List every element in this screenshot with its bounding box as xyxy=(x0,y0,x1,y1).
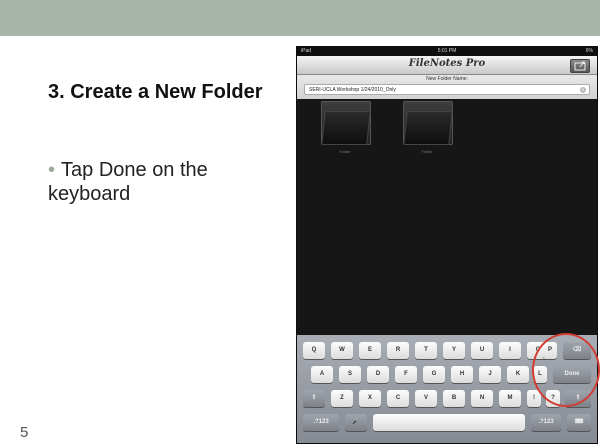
status-time: 5:01 PM xyxy=(437,48,457,54)
key-v[interactable]: V xyxy=(415,390,437,407)
folder-grid: Folder Folder xyxy=(297,99,597,335)
done-highlight-circle xyxy=(532,333,600,407)
key-u[interactable]: U xyxy=(471,342,493,359)
slide-title: 3. Create a New Folder xyxy=(48,81,263,103)
export-button[interactable] xyxy=(570,59,590,73)
new-folder-bar: New Folder Name: SERI-UCLA Workshop 1/24… xyxy=(297,75,597,100)
numbers-key-right[interactable]: .?123 xyxy=(531,414,561,431)
key-m[interactable]: M xyxy=(499,390,521,407)
key-n[interactable]: N xyxy=(471,390,493,407)
slide-number: 5 xyxy=(20,424,29,441)
key-g[interactable]: G xyxy=(423,366,445,383)
app-navbar: FileNotes Pro xyxy=(297,56,597,75)
shift-key-left[interactable]: ⇧ xyxy=(303,390,325,407)
hide-keyboard-key[interactable]: ⌨ xyxy=(567,414,591,431)
app-title: FileNotes Pro xyxy=(408,58,486,69)
status-bar: iPad 5:01 PM 6% xyxy=(297,47,597,56)
key-w[interactable]: W xyxy=(331,342,353,359)
bullet-dot-icon: • xyxy=(48,159,56,181)
key-q[interactable]: Q xyxy=(303,342,325,359)
key-d[interactable]: D xyxy=(367,366,389,383)
dictation-key[interactable]: 🎤 xyxy=(345,414,367,431)
folder-item[interactable] xyxy=(319,101,371,147)
key-c[interactable]: C xyxy=(387,390,409,407)
clear-text-icon[interactable]: ✕ xyxy=(580,87,586,93)
folder-label: Folder xyxy=(421,149,433,154)
export-icon xyxy=(574,61,586,71)
bullet-text: Tap Done on the keyboard xyxy=(48,159,208,205)
key-t[interactable]: T xyxy=(415,342,437,359)
new-folder-name-input[interactable]: SERI-UCLA Workshop 1/24/2010_Only ✕ xyxy=(304,84,590,95)
key-y[interactable]: Y xyxy=(443,342,465,359)
key-a[interactable]: A xyxy=(311,366,333,383)
key-z[interactable]: Z xyxy=(331,390,353,407)
new-folder-label: New Folder Name: xyxy=(426,76,468,82)
folder-label: Folder xyxy=(339,149,351,154)
key-s[interactable]: S xyxy=(339,366,361,383)
key-x[interactable]: X xyxy=(359,390,381,407)
key-i[interactable]: I xyxy=(499,342,521,359)
folder-item[interactable] xyxy=(401,101,453,147)
key-b[interactable]: B xyxy=(443,390,465,407)
key-r[interactable]: R xyxy=(387,342,409,359)
slide-bullet: • Tap Done on the keyboard xyxy=(48,158,280,206)
key-e[interactable]: E xyxy=(359,342,381,359)
shift-icon: ⇧ xyxy=(311,395,317,401)
microphone-icon: 🎤 xyxy=(352,419,360,425)
folder-front-icon xyxy=(403,111,453,145)
folder-front-icon xyxy=(321,111,371,145)
key-h[interactable]: H xyxy=(451,366,473,383)
space-key[interactable] xyxy=(373,414,525,431)
slide-header-band xyxy=(0,0,600,36)
new-folder-name-value: SERI-UCLA Workshop 1/24/2010_Only xyxy=(309,87,396,93)
status-battery: 6% xyxy=(585,48,593,54)
key-j[interactable]: J xyxy=(479,366,501,383)
keyboard-hide-icon: ⌨ xyxy=(574,419,584,425)
key-k[interactable]: K xyxy=(507,366,529,383)
numbers-key-left[interactable]: .?123 xyxy=(303,414,339,431)
key-f[interactable]: F xyxy=(395,366,417,383)
